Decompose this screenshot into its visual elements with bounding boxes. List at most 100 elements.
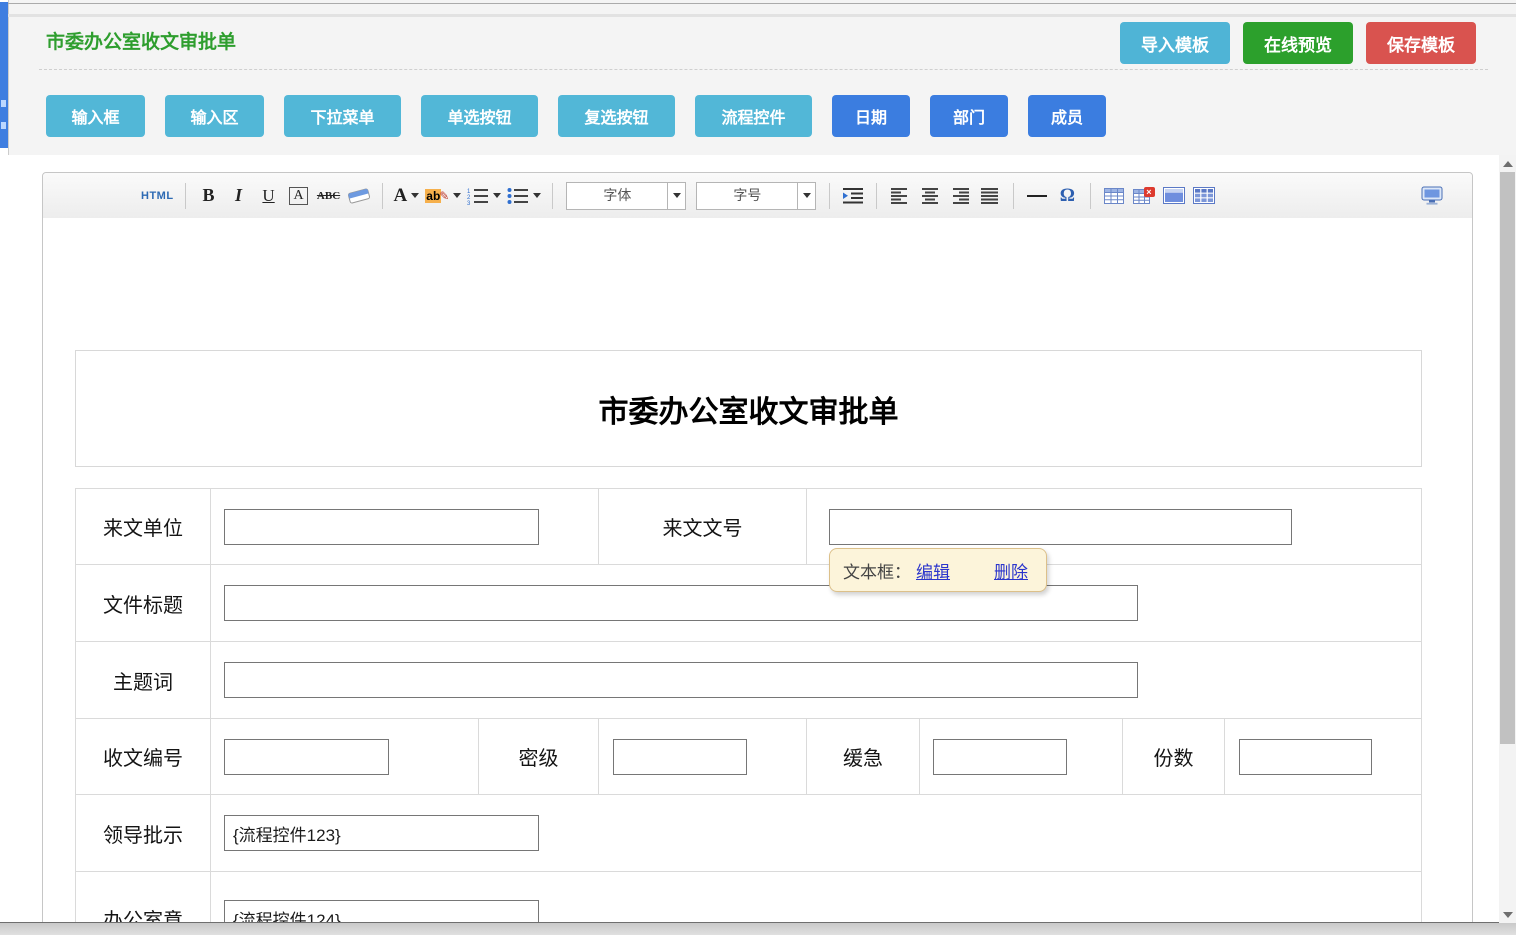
scrollbar-thumb[interactable] [1500,172,1515,744]
table-row: 文件标题 [76,564,1421,641]
chevron-down-icon [493,193,501,198]
doc-number-input[interactable] [829,509,1292,545]
delete-table-button[interactable]: × [1132,182,1156,210]
font-family-select[interactable]: 字体 [566,182,686,210]
bold-icon: B [203,185,215,206]
remove-format-button[interactable] [347,182,371,210]
import-template-button[interactable]: 导入模板 [1120,22,1230,64]
svg-text:×: × [1147,187,1152,197]
doc-title-label: 文件标题 [76,565,210,641]
source-unit-input[interactable] [224,509,539,545]
indent-button[interactable] [841,182,865,210]
table-grid-button[interactable] [1192,182,1216,210]
omega-icon: Ω [1060,185,1075,207]
horizontal-rule-icon [1027,195,1047,197]
widget-radio-button[interactable]: 单选按钮 [421,95,538,137]
font-size-arrow-button[interactable] [797,183,815,209]
toolbar-separator [382,183,383,209]
bold-button[interactable]: B [197,182,221,210]
unordered-list-button[interactable] [507,182,541,210]
widget-textarea-button[interactable]: 输入区 [165,95,264,137]
widget-flow-control-button[interactable]: 流程控件 [695,95,812,137]
widget-member-button[interactable]: 成员 [1028,95,1106,137]
toolbar-separator [1090,183,1091,209]
tooltip-delete-link[interactable]: 删除 [994,558,1028,583]
dashed-divider [39,69,1488,70]
widget-dropdown-button[interactable]: 下拉菜单 [284,95,401,137]
widget-input-box-button[interactable]: 输入框 [46,95,145,137]
receipt-no-cell [210,719,478,794]
scroll-up-button[interactable] [1499,155,1516,172]
widget-date-button[interactable]: 日期 [832,95,910,137]
font-size-select[interactable]: 字号 [696,182,816,210]
indent-icon [843,188,863,204]
special-character-button[interactable]: Ω [1055,182,1079,210]
align-right-button[interactable] [948,182,972,210]
underline-icon: U [262,186,274,206]
insert-table-button[interactable] [1102,182,1126,210]
source-code-icon: HTML [141,190,174,202]
align-left-icon [891,188,909,204]
italic-button[interactable]: I [227,182,251,210]
align-right-icon [951,188,969,204]
align-justify-icon [981,188,999,204]
font-color-icon: A [394,185,408,207]
receipt-no-input[interactable] [224,739,389,775]
copies-label: 份数 [1122,719,1224,794]
horizontal-rule-button[interactable] [1025,182,1049,210]
tooltip-edit-link[interactable]: 编辑 [916,558,950,583]
save-template-button[interactable]: 保存模板 [1366,22,1476,64]
field-action-tooltip: 文本框： 编辑 删除 [829,548,1047,592]
fullscreen-monitor-icon [1421,186,1443,205]
ordered-list-button[interactable]: 1 2 3 [467,182,501,210]
header-actions: 导入模板 在线预览 保存模板 [1120,22,1476,64]
align-center-icon [921,188,939,204]
font-size-value: 字号 [697,183,797,209]
highlight-color-button[interactable]: ab ✎ [425,182,461,210]
source-code-button[interactable]: HTML [141,182,174,210]
receipt-no-label: 收文编号 [76,719,210,794]
copies-input[interactable] [1239,739,1372,775]
window-top-inner-border [0,14,1516,17]
form-table: 来文单位 来文文号 文件标题 主题词 [75,488,1422,922]
chevron-down-icon [673,193,681,198]
cell-properties-button[interactable] [1162,182,1186,210]
widget-department-button[interactable]: 部门 [930,95,1008,137]
subject-input[interactable] [224,662,1138,698]
left-strip-mark [1,100,6,107]
toolbar-separator [185,183,186,209]
cell-properties-icon [1163,187,1185,204]
underline-button[interactable]: U [257,182,281,210]
widget-toolbar: 输入框 输入区 下拉菜单 单选按钮 复选按钮 流程控件 日期 部门 成员 [46,95,1106,137]
security-input[interactable] [613,739,747,775]
strikethrough-button[interactable]: ABC [317,182,341,210]
security-cell [598,719,806,794]
table-row: 办公室意 [76,871,1421,922]
urgency-input[interactable] [933,739,1067,775]
align-justify-button[interactable] [978,182,1002,210]
toolbar-separator [552,183,553,209]
font-color-button[interactable]: A [394,182,420,210]
editor-content[interactable]: 市委办公室收文审批单 来文单位 来文文号 文件标题 [43,218,1472,922]
leader-note-input[interactable] [224,815,539,851]
toolbar-separator [1013,183,1014,209]
boxed-a-button[interactable]: A [287,182,311,210]
font-family-value: 字体 [567,183,667,209]
window-top-border [0,3,1516,4]
office-opinion-input[interactable] [224,900,539,922]
align-left-button[interactable] [888,182,912,210]
font-family-arrow-button[interactable] [667,183,685,209]
chevron-down-icon [803,193,811,198]
widget-checkbox-button[interactable]: 复选按钮 [558,95,675,137]
rich-text-editor: HTML B I U A ABC A ab ✎ [42,172,1473,923]
scroll-down-button[interactable] [1499,906,1516,923]
editor-toolbar: HTML B I U A ABC A ab ✎ [43,173,1472,219]
online-preview-button[interactable]: 在线预览 [1243,22,1353,64]
vertical-scrollbar[interactable] [1499,155,1516,923]
svg-text:3: 3 [467,201,471,205]
copies-cell [1224,719,1421,794]
subject-cell [210,642,1421,718]
fullscreen-button[interactable] [1420,182,1444,210]
align-center-button[interactable] [918,182,942,210]
eraser-icon [347,188,371,204]
